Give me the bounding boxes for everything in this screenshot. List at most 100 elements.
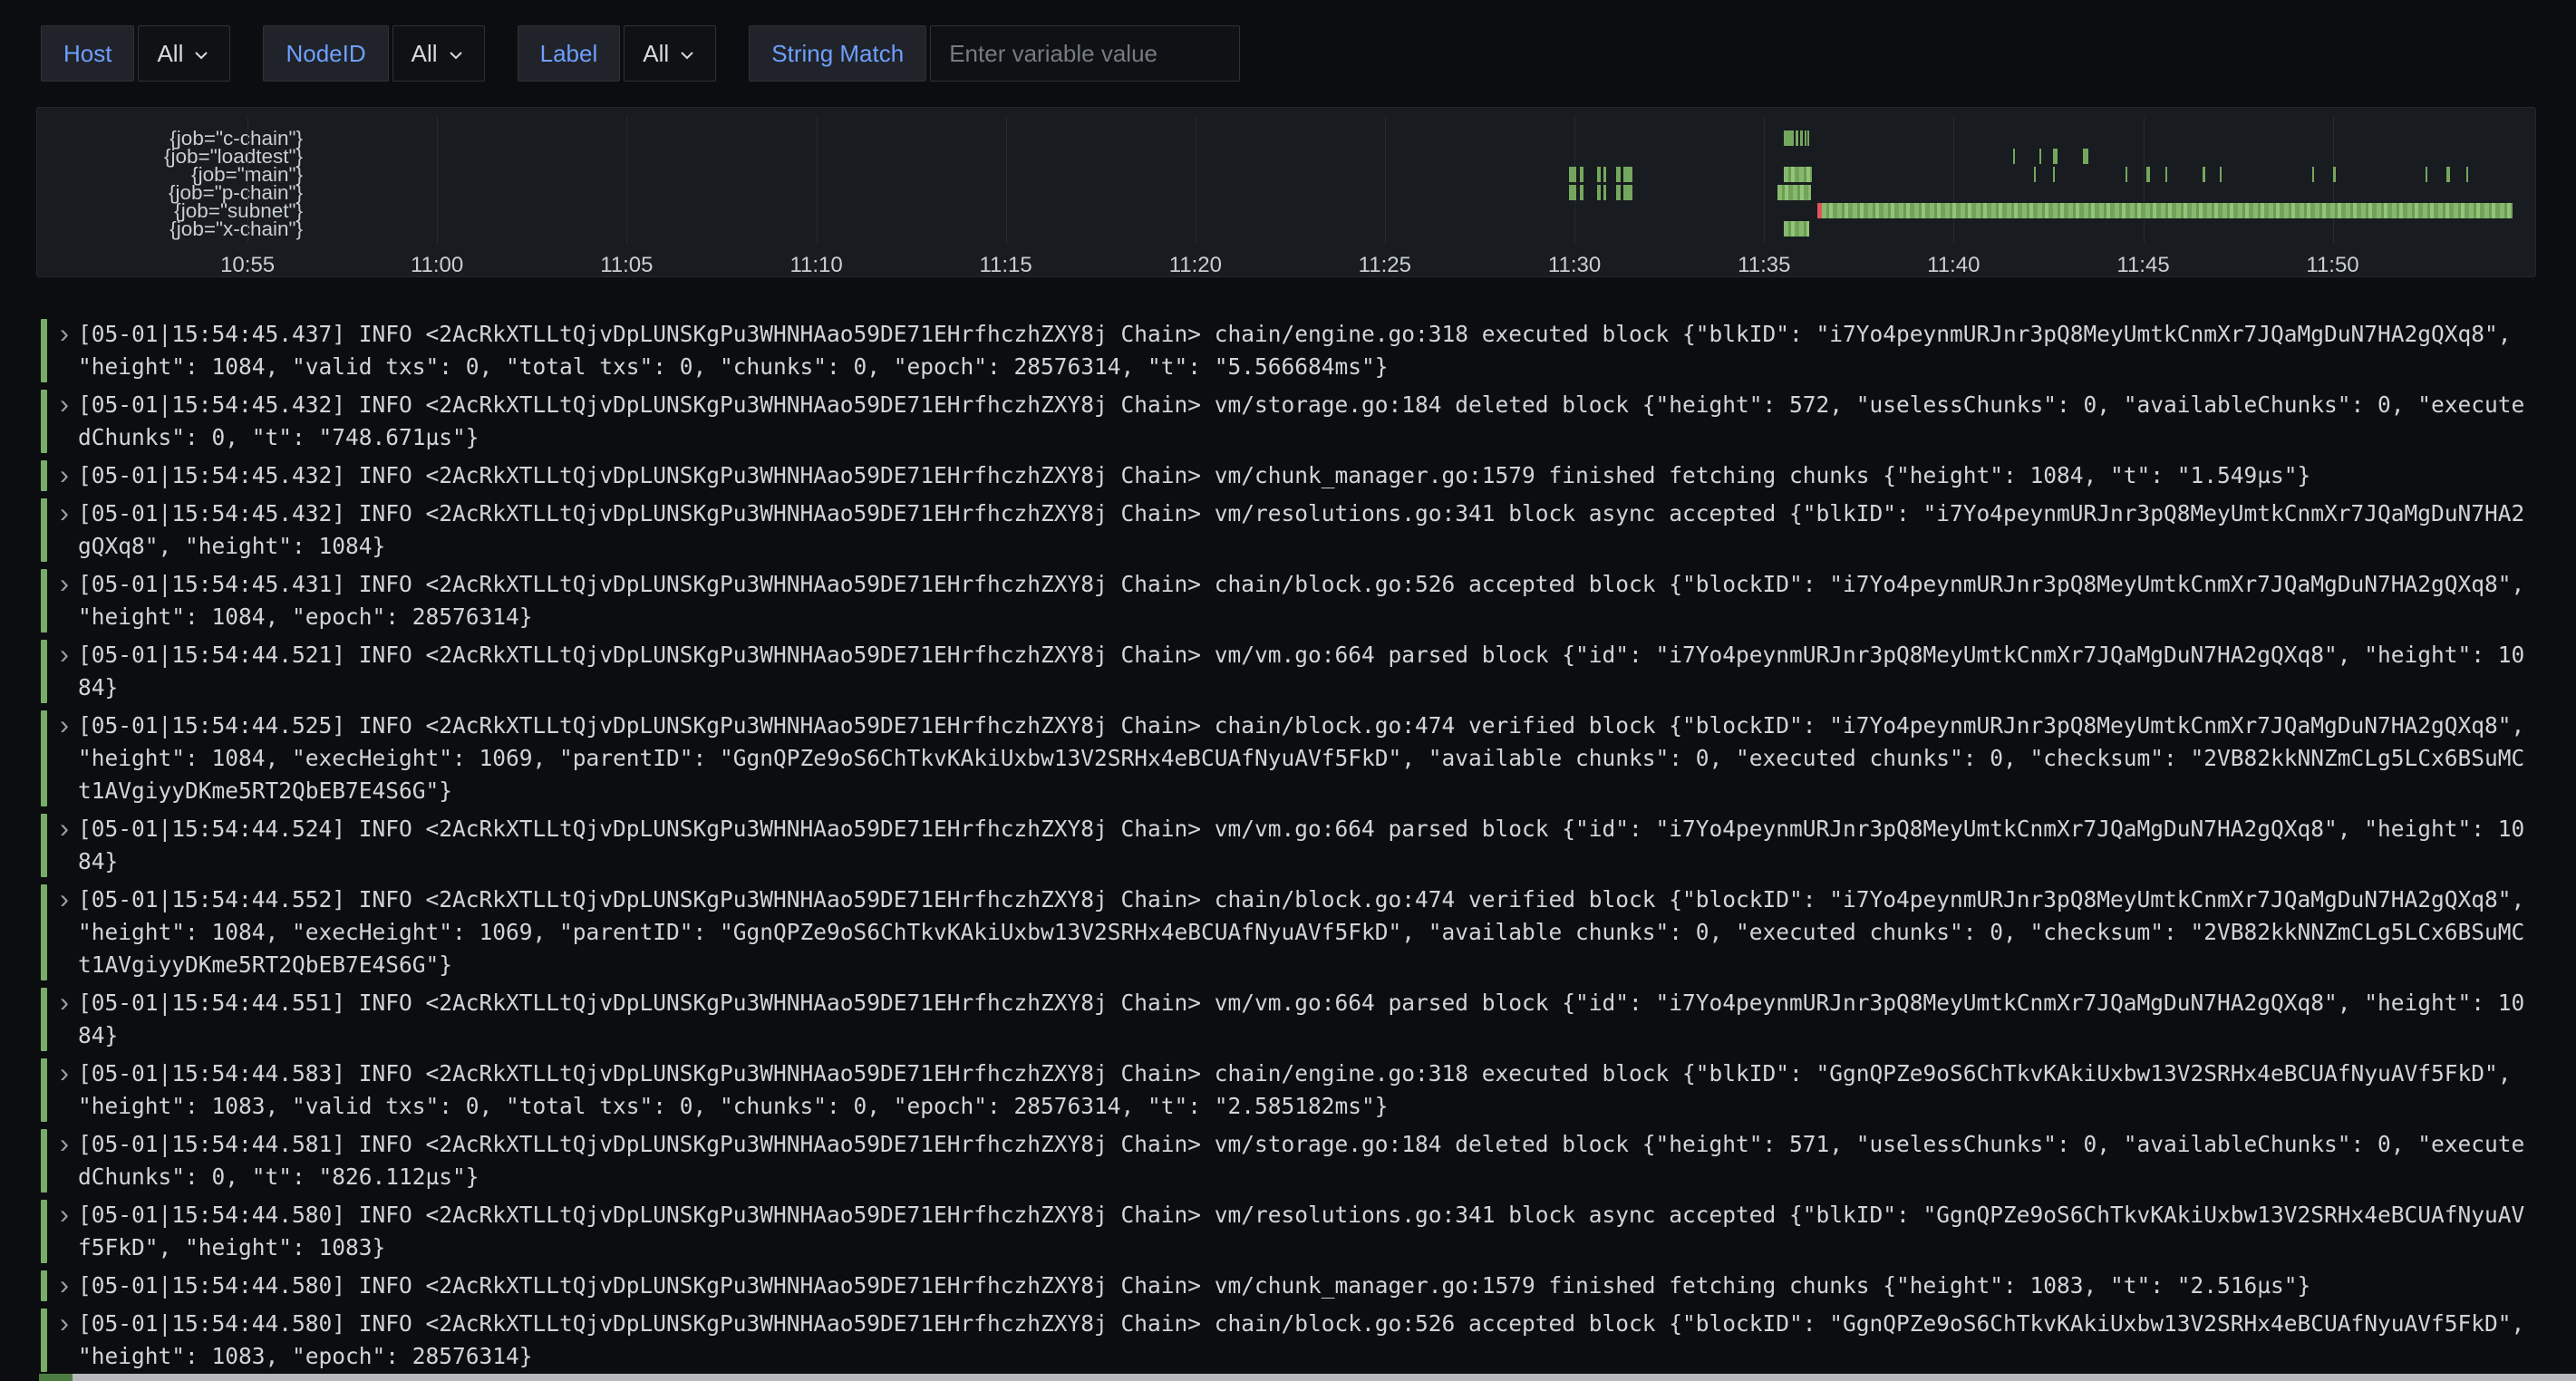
log-volume-bar xyxy=(2426,167,2427,182)
expand-log-chevron-icon[interactable]: › xyxy=(53,389,76,454)
log-line-text: [05-01|15:54:45.432] INFO <2AcRkXTLLtQjv… xyxy=(78,459,2576,492)
log-volume-bar xyxy=(2053,167,2055,182)
log-volume-bar xyxy=(1580,167,1583,182)
expand-log-chevron-icon[interactable]: › xyxy=(53,813,76,878)
log-volume-bar xyxy=(2446,167,2450,182)
log-row[interactable]: ›[05-01|15:54:45.437] INFO <2AcRkXTLLtQj… xyxy=(36,315,2576,386)
log-level-indicator-info xyxy=(41,319,47,382)
timeline-plot[interactable] xyxy=(87,117,2534,244)
log-volume-bar xyxy=(1796,130,1798,146)
log-row[interactable]: ›[05-01|15:54:44.583] INFO <2AcRkXTLLtQj… xyxy=(36,1055,2576,1125)
log-level-indicator-info xyxy=(41,390,47,453)
log-volume-bar xyxy=(1603,167,1606,182)
log-level-indicator-info xyxy=(41,1200,47,1263)
variable-value-label-text: All xyxy=(643,40,669,68)
expand-log-chevron-icon[interactable]: › xyxy=(53,1128,76,1193)
chevron-down-icon xyxy=(449,51,463,60)
log-volume-bar xyxy=(1580,185,1583,200)
log-level-indicator-info xyxy=(41,640,47,703)
time-tick-label: 11:35 xyxy=(1738,253,1790,278)
variable-label-host-text: Host xyxy=(63,40,111,68)
gridline xyxy=(247,117,248,244)
expand-log-chevron-icon[interactable]: › xyxy=(53,497,76,563)
time-tick-label: 11:10 xyxy=(789,253,842,278)
variable-group-host: Host All xyxy=(41,25,230,82)
log-line-text: [05-01|15:54:44.581] INFO <2AcRkXTLLtQjv… xyxy=(78,1128,2576,1193)
log-row[interactable]: ›[05-01|15:54:44.552] INFO <2AcRkXTLLtQj… xyxy=(36,881,2576,984)
variable-label-nodeid: NodeID xyxy=(263,25,388,82)
gridline xyxy=(1006,117,1007,244)
log-volume-bar xyxy=(1784,130,1794,146)
time-tick-label: 11:40 xyxy=(1927,253,1980,278)
log-row[interactable]: ›[05-01|15:54:44.580] INFO <2AcRkXTLLtQj… xyxy=(36,1267,2576,1305)
expand-log-chevron-icon[interactable]: › xyxy=(53,1308,76,1373)
time-tick-label: 11:05 xyxy=(600,253,653,278)
gridline xyxy=(817,117,818,244)
expand-log-chevron-icon[interactable]: › xyxy=(53,987,76,1052)
gridline xyxy=(1764,117,1765,244)
log-line-text: [05-01|15:54:44.521] INFO <2AcRkXTLLtQjv… xyxy=(78,639,2576,704)
log-volume-bar xyxy=(1822,203,2513,218)
log-row[interactable]: ›[05-01|15:54:45.431] INFO <2AcRkXTLLtQj… xyxy=(36,565,2576,636)
log-level-indicator-info xyxy=(41,1058,47,1122)
time-tick-label: 11:00 xyxy=(411,253,463,278)
log-line-text: [05-01|15:54:44.583] INFO <2AcRkXTLLtQjv… xyxy=(78,1057,2576,1123)
variable-label-string-match-text: String Match xyxy=(771,40,904,68)
string-match-input[interactable] xyxy=(930,25,1240,82)
log-volume-bar xyxy=(2013,149,2015,164)
log-volume-bar xyxy=(1807,130,1809,146)
log-level-indicator-info xyxy=(41,1270,47,1301)
log-level-indicator-info xyxy=(41,710,47,806)
next-log-row-partial xyxy=(73,1374,2576,1381)
expand-log-chevron-icon[interactable]: › xyxy=(53,1270,76,1302)
time-tick-label: 11:45 xyxy=(2116,253,2169,278)
log-level-indicator-info xyxy=(41,460,47,491)
log-volume-bar xyxy=(2126,167,2127,182)
expand-log-chevron-icon[interactable]: › xyxy=(53,318,76,383)
log-row[interactable]: ›[05-01|15:54:44.521] INFO <2AcRkXTLLtQj… xyxy=(36,636,2576,707)
gridline xyxy=(437,117,438,244)
log-level-indicator-info xyxy=(41,1309,47,1372)
log-row[interactable]: ›[05-01|15:54:45.432] INFO <2AcRkXTLLtQj… xyxy=(36,386,2576,457)
time-tick-label: 11:50 xyxy=(2306,253,2358,278)
logs-panel: ›[05-01|15:54:45.437] INFO <2AcRkXTLLtQj… xyxy=(36,285,2576,1376)
variable-value-host-dropdown[interactable]: All xyxy=(138,25,230,82)
log-volume-bar xyxy=(1623,185,1632,200)
log-row[interactable]: ›[05-01|15:54:44.581] INFO <2AcRkXTLLtQj… xyxy=(36,1125,2576,1196)
log-row[interactable]: ›[05-01|15:54:44.524] INFO <2AcRkXTLLtQj… xyxy=(36,810,2576,881)
log-row[interactable]: ›[05-01|15:54:45.432] INFO <2AcRkXTLLtQj… xyxy=(36,495,2576,565)
log-level-indicator-info xyxy=(41,498,47,562)
chevron-down-icon xyxy=(194,51,208,60)
expand-log-chevron-icon[interactable]: › xyxy=(53,884,76,981)
expand-log-chevron-icon[interactable]: › xyxy=(53,459,76,492)
log-line-text: [05-01|15:54:45.431] INFO <2AcRkXTLLtQjv… xyxy=(78,568,2576,633)
variable-label-nodeid-text: NodeID xyxy=(286,40,365,68)
expand-log-chevron-icon[interactable]: › xyxy=(53,1199,76,1264)
expand-log-chevron-icon[interactable]: › xyxy=(53,710,76,807)
log-row[interactable]: ›[05-01|15:54:44.580] INFO <2AcRkXTLLtQj… xyxy=(36,1196,2576,1267)
variable-group-label: Label All xyxy=(518,25,717,82)
log-volume-bar xyxy=(1569,167,1576,182)
log-volume-bar xyxy=(2083,149,2088,164)
variable-value-label-dropdown[interactable]: All xyxy=(624,25,716,82)
log-line-text: [05-01|15:54:45.432] INFO <2AcRkXTLLtQjv… xyxy=(78,497,2576,563)
log-volume-bar xyxy=(1800,130,1803,146)
log-row[interactable]: ›[05-01|15:54:45.432] INFO <2AcRkXTLLtQj… xyxy=(36,457,2576,495)
expand-log-chevron-icon[interactable]: › xyxy=(53,568,76,633)
log-line-text: [05-01|15:54:44.580] INFO <2AcRkXTLLtQjv… xyxy=(78,1270,2576,1302)
log-row[interactable]: ›[05-01|15:54:44.580] INFO <2AcRkXTLLtQj… xyxy=(36,1305,2576,1376)
expand-log-chevron-icon[interactable]: › xyxy=(53,1057,76,1123)
variable-value-nodeid-dropdown[interactable]: All xyxy=(392,25,485,82)
variable-value-nodeid-text: All xyxy=(412,40,438,68)
log-volume-bar xyxy=(1805,130,1806,146)
log-line-text: [05-01|15:54:44.580] INFO <2AcRkXTLLtQjv… xyxy=(78,1199,2576,1264)
log-volume-bar xyxy=(1569,185,1576,200)
time-tick-label: 10:55 xyxy=(220,253,275,278)
log-volume-bar xyxy=(1597,185,1601,200)
log-row[interactable]: ›[05-01|15:54:44.551] INFO <2AcRkXTLLtQj… xyxy=(36,984,2576,1055)
log-level-indicator-info xyxy=(41,884,47,980)
log-line-text: [05-01|15:54:44.580] INFO <2AcRkXTLLtQjv… xyxy=(78,1308,2576,1373)
log-volume-bar xyxy=(1784,221,1809,237)
expand-log-chevron-icon[interactable]: › xyxy=(53,639,76,704)
log-row[interactable]: ›[05-01|15:54:44.525] INFO <2AcRkXTLLtQj… xyxy=(36,707,2576,810)
